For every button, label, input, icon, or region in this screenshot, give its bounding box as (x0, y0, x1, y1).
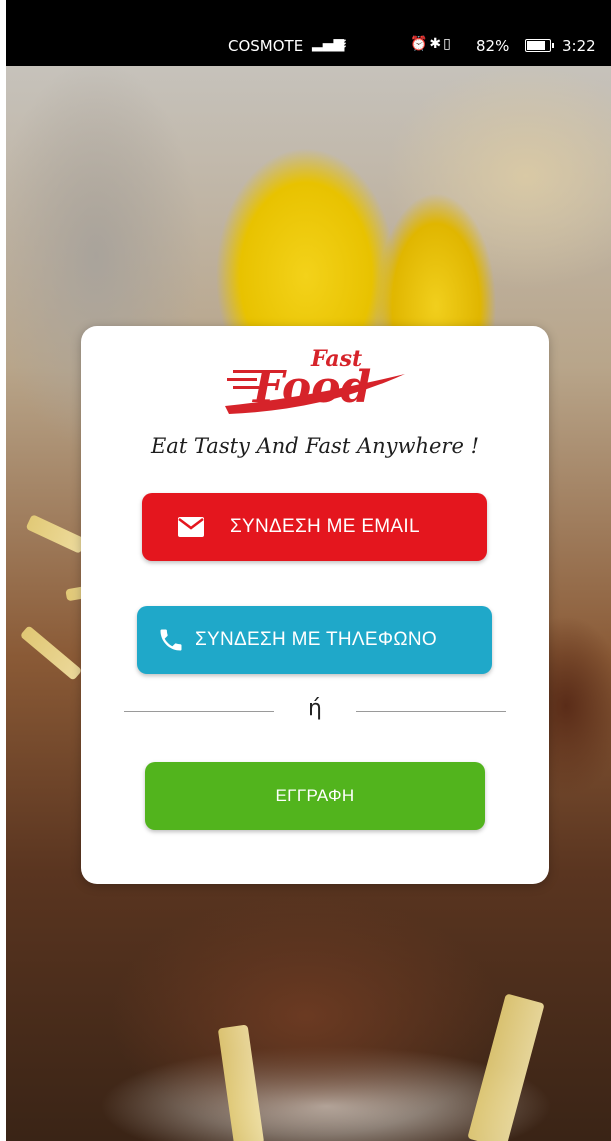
register-button[interactable]: ΕΓΓΡΑΦΗ (145, 762, 485, 830)
phone-screen: COSMOTE ▂▄▆ ≋ ⏰✱▯ 82% 3:22 Fast Food Eat… (6, 0, 611, 1141)
fries-decoration (467, 993, 545, 1141)
register-label: ΕΓΓΡΑΦΗ (275, 786, 355, 805)
status-bar: COSMOTE ▂▄▆ ≋ ⏰✱▯ 82% 3:22 (6, 0, 611, 66)
tagline: Eat Tasty And Fast Anywhere ! (150, 434, 480, 458)
phone-icon (160, 629, 182, 651)
wifi-icon: ≋ (334, 34, 348, 53)
login-email-button[interactable]: ΣΥΝΔΕΣΗ ΜΕ EMAIL (142, 493, 487, 561)
battery-icon (525, 39, 554, 52)
fries-decoration (19, 625, 83, 681)
battery-percent: 82% (476, 37, 510, 55)
fries-decoration (217, 1024, 265, 1141)
divider-right (356, 711, 506, 712)
envelope-icon (178, 517, 204, 537)
login-phone-label: ΣΥΝΔΕΣΗ ΜΕ ΤΗΛΕΦΩΝΟ (195, 629, 437, 650)
login-phone-button[interactable]: ΣΥΝΔΕΣΗ ΜΕ ΤΗΛΕΦΩΝΟ (137, 606, 492, 674)
fast-food-logo: Fast Food (225, 346, 405, 414)
login-card: Fast Food Eat Tasty And Fast Anywhere ! … (81, 326, 549, 884)
divider-or-text: ή (308, 696, 322, 721)
carrier-name: COSMOTE (228, 37, 304, 55)
logo-food-text: Food (251, 362, 371, 413)
clock: 3:22 (562, 37, 596, 55)
fries-decoration (25, 514, 87, 554)
status-icons: ⏰✱▯ (410, 36, 453, 52)
login-email-label: ΣΥΝΔΕΣΗ ΜΕ EMAIL (230, 516, 420, 537)
